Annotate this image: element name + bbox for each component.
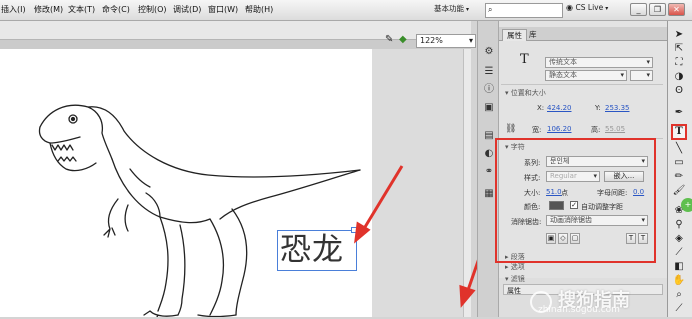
hand-tool-icon[interactable]: ✋	[671, 274, 687, 288]
motion-presets-icon[interactable]: ▦	[482, 187, 496, 201]
text-color-swatch[interactable]	[549, 201, 564, 210]
y-label: Y:	[595, 104, 601, 112]
rectangle-tool-icon[interactable]: ▭	[671, 156, 687, 170]
section-title: 滤镜	[510, 275, 525, 283]
tab-library[interactable]: 库	[525, 29, 541, 41]
show-border-toggle[interactable]: ▢	[570, 233, 580, 244]
plus-badge-icon: +	[681, 198, 692, 212]
bone-tool-icon[interactable]: ⚲	[671, 218, 687, 232]
stroke-color-icon[interactable]: ⟋	[671, 302, 687, 316]
auto-kern-checkbox[interactable]: ✓	[570, 201, 578, 209]
eraser-tool-icon[interactable]: ◧	[671, 260, 687, 274]
transform-panel-icon[interactable]: ▣	[482, 101, 496, 115]
text-type-select[interactable]: 静态文本	[545, 70, 627, 81]
properties-tab-bar: 属性 库	[499, 27, 667, 41]
paragraph-section-header[interactable]: ▸ 段落	[505, 252, 525, 262]
font-family-select[interactable]: 문인체	[546, 156, 648, 167]
character-section-header[interactable]: ▾ 字符	[505, 142, 525, 152]
section-title: 段落	[510, 253, 525, 261]
size-unit: 点	[561, 189, 568, 197]
divider	[501, 84, 663, 85]
brush-tool-icon[interactable]: 🖌	[671, 184, 687, 198]
size-label: 大小:	[524, 189, 541, 197]
swatches-panel-icon[interactable]: ◐	[482, 147, 496, 161]
x-value[interactable]: 424.20	[547, 104, 572, 112]
options-section-header[interactable]: ▸ 选项	[505, 262, 525, 272]
lasso-tool-icon[interactable]: ʘ	[671, 84, 687, 98]
align-panel-icon[interactable]: ☰	[482, 65, 496, 79]
height-value: 55.05	[605, 125, 626, 133]
line-tool-icon[interactable]: ╲	[671, 142, 687, 156]
position-size-section-header[interactable]: ▾ 位置和大小	[505, 88, 546, 98]
link-dimensions-icon[interactable]: ⛓	[505, 124, 516, 134]
letter-spacing-value[interactable]: 0.0	[633, 188, 644, 196]
subselection-tool-icon[interactable]: ⇱	[671, 42, 687, 56]
text-tool-icon[interactable]: T	[671, 124, 687, 140]
letter-spacing-label: 字母间距:	[597, 189, 628, 197]
height-label: 高:	[591, 126, 601, 134]
text-tool-icon: T	[520, 52, 529, 67]
filters-section-header[interactable]: ▾ 滤镜	[505, 274, 525, 284]
font-style-select: Regular	[546, 171, 600, 182]
anti-alias-select[interactable]: 动画消除锯齿	[546, 215, 648, 226]
width-value[interactable]: 106.20	[547, 125, 572, 133]
filters-column-property: 属性	[507, 287, 521, 295]
history-panel-icon[interactable]: ⚙	[482, 45, 496, 59]
eyedropper-tool-icon[interactable]: ⟋	[671, 246, 687, 260]
selectable-toggle[interactable]: ▣	[546, 233, 556, 244]
family-label: 系列:	[524, 159, 541, 167]
paint-bucket-tool-icon[interactable]: ◈	[671, 232, 687, 246]
auto-kern-label: 自动调整字距	[581, 203, 623, 211]
free-transform-tool-icon[interactable]: ⛶	[671, 56, 687, 70]
section-title: 位置和大小	[510, 89, 546, 97]
font-size-value[interactable]: 51.0	[546, 188, 562, 196]
text-engine-select[interactable]: 传统文本	[545, 57, 653, 68]
section-title: 字符	[510, 143, 525, 151]
pencil-tool-icon[interactable]: ✏	[671, 170, 687, 184]
info-panel-icon[interactable]: ⓘ	[482, 83, 496, 97]
section-title: 选项	[510, 263, 525, 271]
color-label: 颜色:	[524, 203, 541, 211]
watermark-url: zhinan.sogou.com	[538, 305, 620, 315]
components-panel-icon[interactable]: ⚭	[482, 165, 496, 179]
render-html-toggle[interactable]: ◇	[558, 233, 568, 244]
color-panel-icon[interactable]: ▤	[482, 129, 496, 143]
zoom-tool-icon[interactable]: ⌕	[671, 288, 687, 302]
3d-rotation-tool-icon[interactable]: ◑	[671, 70, 687, 84]
anti-alias-label: 消除锯齿:	[511, 218, 542, 226]
x-label: X:	[537, 104, 545, 112]
tab-properties[interactable]: 属性	[502, 29, 527, 41]
selection-tool-icon[interactable]: ➤	[671, 28, 687, 42]
y-value[interactable]: 253.35	[605, 104, 630, 112]
orientation-select[interactable]	[630, 70, 653, 81]
subscript-toggle[interactable]: T	[638, 233, 648, 244]
embed-button[interactable]: 嵌入...	[604, 171, 644, 182]
pen-tool-icon[interactable]: ✒	[671, 106, 687, 120]
superscript-toggle[interactable]: T	[626, 233, 636, 244]
style-label: 样式:	[524, 174, 541, 182]
width-label: 宽:	[532, 126, 542, 134]
